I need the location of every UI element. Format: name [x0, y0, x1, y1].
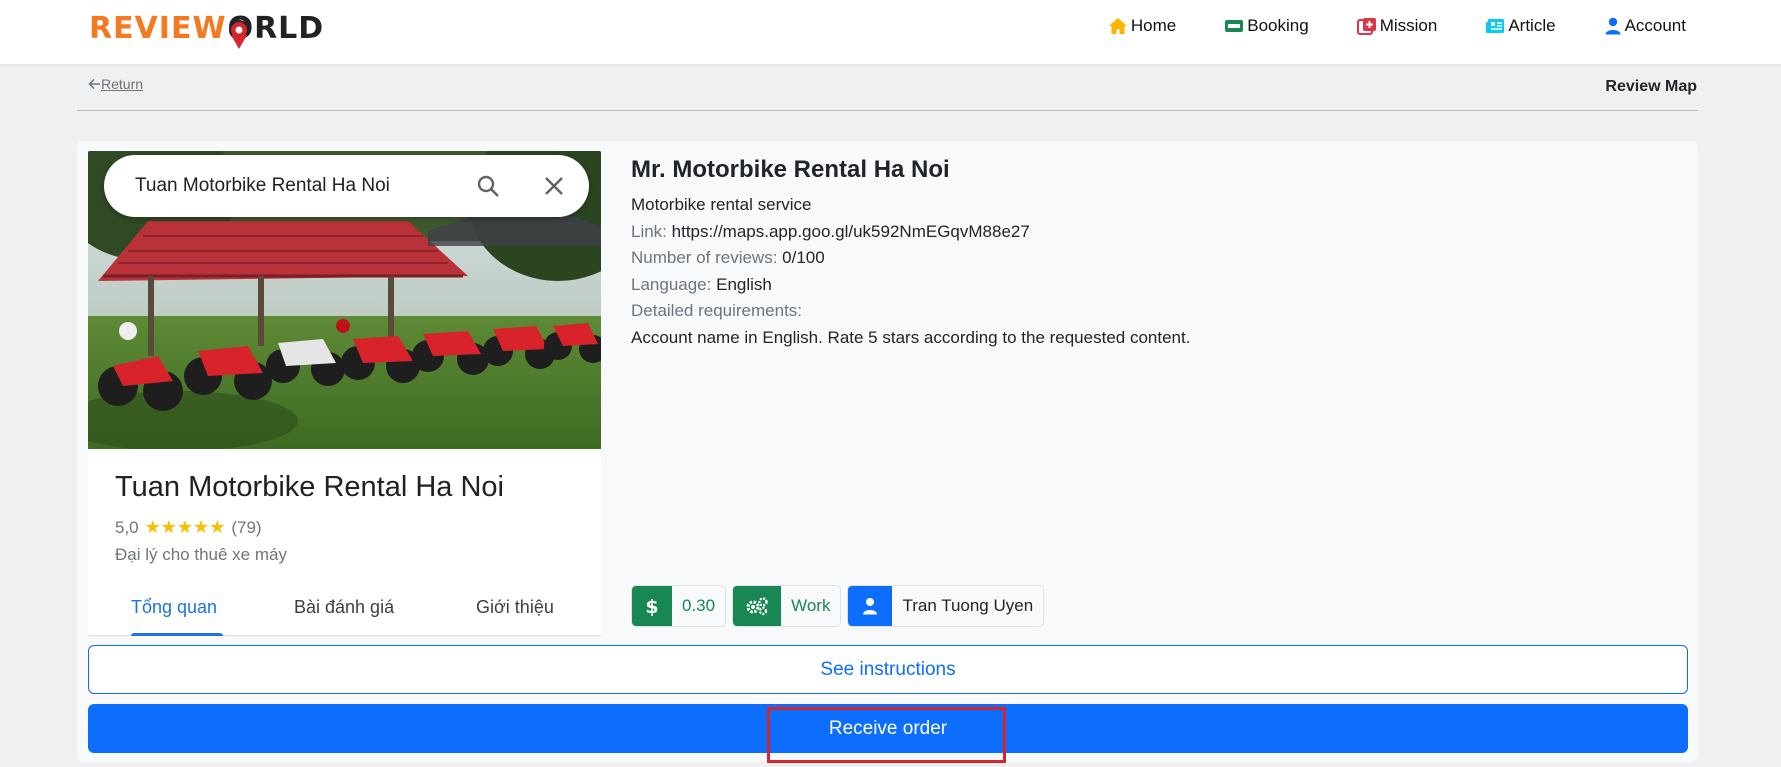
search-icon [477, 175, 499, 197]
place-rating: 5,0 ★★★★★ (79) [115, 517, 262, 538]
nav-home-label: Home [1130, 16, 1177, 35]
requirements-row: Detailed requirements: [631, 298, 1190, 325]
logo-text-review: REVIEW [89, 10, 227, 46]
language-label: Language: [631, 274, 712, 294]
link-row: Link: https://maps.app.goo.gl/uk592NmEGq… [631, 219, 1190, 246]
user-icon [848, 586, 893, 626]
arrow-left-icon [88, 78, 100, 90]
place-title: Mr. Motorbike Rental Ha Noi [631, 156, 950, 183]
status-value: Work [791, 596, 831, 615]
reviews-label: Number of reviews: [631, 248, 778, 267]
maps-tabs: Tổng quan Bài đánh giá Giới thiệu [88, 587, 601, 636]
requirements-value: Account name in English. Rate 5 stars ac… [631, 327, 1191, 347]
mission-details: Mr. Motorbike Rental Ha Noi Motorbike re… [631, 156, 1190, 351]
nav-booking[interactable]: Booking [1224, 16, 1309, 36]
logo-text-rld: RLD [254, 10, 325, 46]
owner-chip: Tran Tuong Uyen [847, 585, 1045, 627]
ticket-icon [1225, 20, 1244, 32]
active-tab-indicator [131, 633, 223, 636]
place-subtitle: Motorbike rental service [631, 195, 812, 214]
owner-name: Tran Tuong Uyen [902, 596, 1034, 615]
nav-article-label: Article [1508, 16, 1556, 35]
reviews-value: 0/100 [782, 248, 825, 267]
star-rating-icon: ★★★★★ [144, 517, 226, 537]
nav-home[interactable]: Home [1108, 16, 1176, 36]
main-nav: Home Booking Mission Article Account [1060, 0, 1686, 52]
nav-account-label: Account [1624, 16, 1686, 35]
requirements-label: Detailed requirements: [631, 301, 803, 320]
place-name: Tuan Motorbike Rental Ha Noi [115, 471, 504, 503]
price-value: 0.30 [682, 596, 716, 615]
tab-about: Giới thiệu [476, 597, 554, 617]
tab-reviews: Bài đánh giá [294, 597, 395, 617]
page-label: Review Map [1605, 78, 1697, 95]
receive-order-button[interactable]: Receive order [88, 704, 1688, 753]
place-category: Đại lý cho thuê xe máy [115, 545, 287, 564]
language-value: English [716, 274, 772, 294]
user-icon [1605, 17, 1621, 35]
brand-logo[interactable]: REVIEW O RLD [89, 8, 324, 48]
maps-search-query: Tuan Motorbike Rental Ha Noi [135, 175, 390, 196]
nav-article[interactable]: Article [1485, 16, 1556, 36]
nav-account[interactable]: Account [1604, 16, 1686, 36]
return-label: Return [101, 76, 144, 92]
svg-text:$: $ [645, 596, 658, 616]
reviews-row: Number of reviews: 0/100 [631, 245, 1190, 272]
top-navbar: REVIEW O RLD Home Booking Mission Articl… [0, 0, 1781, 64]
maps-search-box: Tuan Motorbike Rental Ha Noi [104, 155, 589, 217]
header-divider [77, 110, 1698, 111]
return-link[interactable]: Return [88, 76, 143, 92]
review-count: (79) [231, 517, 262, 537]
language-row: Language: English [631, 272, 1190, 299]
mission-chips: $ 0.30 Work Tran Tuong Uyen [631, 585, 1045, 627]
gears-icon [733, 586, 782, 626]
close-icon [545, 177, 563, 195]
rating-value: 5,0 [115, 517, 139, 537]
newspaper-icon [1486, 19, 1505, 33]
dollar-icon: $ [632, 586, 672, 626]
status-chip: Work [732, 585, 842, 627]
logo-pin-icon [229, 20, 249, 49]
nav-mission-label: Mission [1379, 16, 1438, 35]
link-label: Link: [631, 221, 667, 241]
tab-overview: Tổng quan [131, 597, 218, 617]
place-photo: Tuan Motorbike Rental Ha Noi [88, 151, 601, 449]
place-preview-image: Tuan Motorbike Rental Ha Noi Tuan Motorb… [88, 151, 601, 636]
nav-booking-label: Booking [1247, 16, 1309, 35]
nav-mission[interactable]: Mission [1356, 16, 1438, 36]
price-chip: $ 0.30 [631, 585, 727, 627]
link-value[interactable]: https://maps.app.goo.gl/uk592NmEGqvM88e2… [672, 222, 1030, 241]
home-icon [1108, 18, 1127, 34]
mission-icon [1356, 18, 1376, 35]
see-instructions-button[interactable]: See instructions [88, 645, 1688, 694]
